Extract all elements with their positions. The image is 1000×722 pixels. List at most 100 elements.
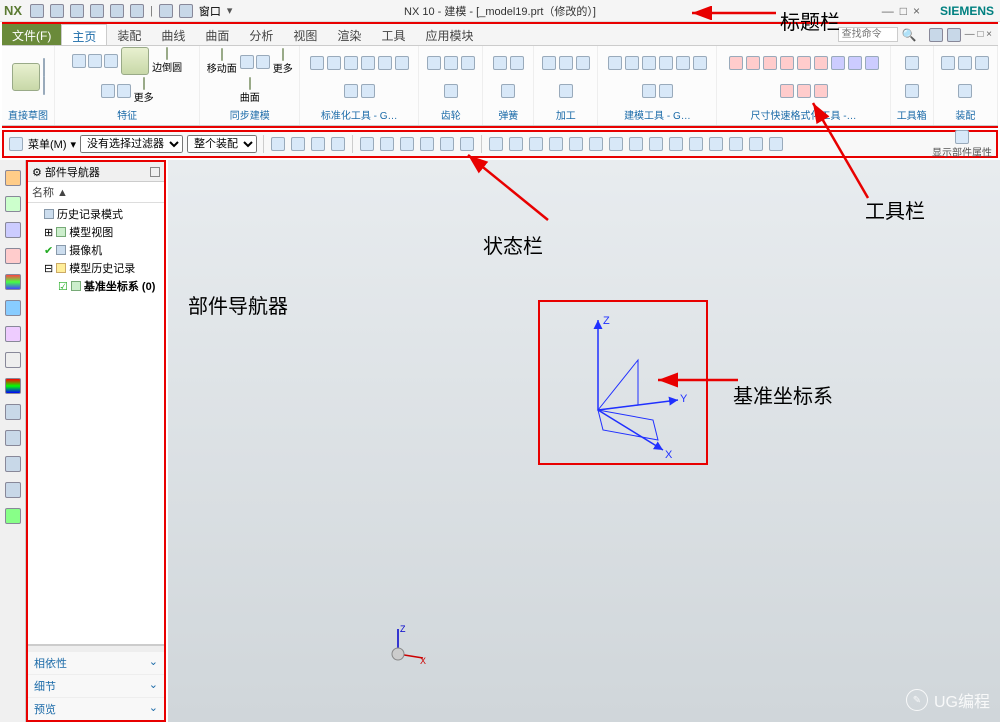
dim-icon[interactable] bbox=[814, 56, 828, 70]
sel-icon[interactable] bbox=[649, 137, 663, 151]
dim-icon[interactable] bbox=[763, 56, 777, 70]
nav-tab-icon[interactable] bbox=[5, 170, 21, 186]
std-icon[interactable] bbox=[310, 56, 324, 70]
std-icon[interactable] bbox=[395, 56, 409, 70]
mt-icon[interactable] bbox=[642, 84, 656, 98]
acc-details[interactable]: 细节⌄ bbox=[28, 674, 164, 697]
sel-icon[interactable] bbox=[291, 137, 305, 151]
std-icon[interactable] bbox=[344, 84, 358, 98]
tree-item-cameras[interactable]: ✔摄像机 bbox=[32, 241, 160, 259]
acc-dependency[interactable]: 相依性⌄ bbox=[28, 651, 164, 674]
dim-icon[interactable] bbox=[797, 84, 811, 98]
show-part-prop[interactable]: 显示部件属性 bbox=[932, 130, 992, 159]
sel-icon[interactable] bbox=[629, 137, 643, 151]
window-controls[interactable]: — □ × bbox=[882, 4, 920, 18]
sel-icon[interactable] bbox=[311, 137, 325, 151]
sel-icon[interactable] bbox=[729, 137, 743, 151]
dim-icon[interactable] bbox=[848, 56, 862, 70]
sel-icon[interactable] bbox=[400, 137, 414, 151]
graphics-canvas[interactable]: Z Y X Z X 部件导航器 状态栏 基准坐标系 bbox=[168, 160, 1000, 722]
dim-icon[interactable] bbox=[865, 56, 879, 70]
asm-icon[interactable] bbox=[975, 56, 989, 70]
mach-icon[interactable] bbox=[559, 56, 573, 70]
sel-icon[interactable] bbox=[440, 137, 454, 151]
tab-file[interactable]: 文件(F) bbox=[2, 24, 61, 45]
sel-icon[interactable] bbox=[749, 137, 763, 151]
std-icon[interactable] bbox=[327, 56, 341, 70]
sel-icon[interactable] bbox=[271, 137, 285, 151]
feat-icon[interactable] bbox=[101, 84, 115, 98]
window-menu[interactable]: 窗口 bbox=[199, 3, 221, 19]
tab-analysis[interactable]: 分析 bbox=[239, 24, 283, 45]
tree-item-history-mode[interactable]: 历史记录模式 bbox=[32, 205, 160, 223]
mt-icon[interactable] bbox=[642, 56, 656, 70]
spring-icon[interactable] bbox=[501, 84, 515, 98]
dim-icon[interactable] bbox=[780, 84, 794, 98]
tab-view[interactable]: 视图 bbox=[283, 24, 327, 45]
sel-icon[interactable] bbox=[360, 137, 374, 151]
paste-icon[interactable] bbox=[130, 4, 144, 18]
roles-tab-icon[interactable] bbox=[5, 274, 21, 290]
feat-icon[interactable] bbox=[104, 54, 118, 68]
sync-icon[interactable] bbox=[256, 55, 270, 69]
tb-icon[interactable] bbox=[905, 56, 919, 70]
std-icon[interactable] bbox=[361, 84, 375, 98]
cut-icon[interactable] bbox=[90, 4, 104, 18]
history-tab-icon[interactable] bbox=[5, 326, 21, 342]
mt-icon[interactable] bbox=[659, 84, 673, 98]
gear-icon[interactable] bbox=[444, 84, 458, 98]
sel-icon[interactable] bbox=[709, 137, 723, 151]
tab-surface[interactable]: 曲面 bbox=[195, 24, 239, 45]
sel-icon[interactable] bbox=[769, 137, 783, 151]
menu-label[interactable]: 菜单(M) bbox=[28, 136, 67, 152]
pin-icon[interactable] bbox=[150, 167, 160, 177]
mach-icon[interactable] bbox=[559, 84, 573, 98]
misc-tab-icon[interactable] bbox=[5, 482, 21, 498]
dim-icon[interactable] bbox=[780, 56, 794, 70]
tree-item-datum-csys[interactable]: ☑基准坐标系 (0) bbox=[32, 277, 160, 295]
gear-icon[interactable] bbox=[427, 56, 441, 70]
command-search[interactable]: 🔍 bbox=[832, 24, 923, 45]
sketch-sub2-icon[interactable] bbox=[43, 76, 45, 95]
tab-curve[interactable]: 曲线 bbox=[151, 24, 195, 45]
misc-tab-icon[interactable] bbox=[5, 404, 21, 420]
gear-icon[interactable] bbox=[444, 56, 458, 70]
sketch-icon[interactable] bbox=[12, 63, 40, 91]
hd3d-tab-icon[interactable] bbox=[5, 248, 21, 264]
dim-icon[interactable] bbox=[797, 56, 811, 70]
sel-icon[interactable] bbox=[669, 137, 683, 151]
feat-icon[interactable] bbox=[72, 54, 86, 68]
tab-render[interactable]: 渲染 bbox=[327, 24, 371, 45]
spring-icon[interactable] bbox=[510, 56, 524, 70]
dim-icon[interactable] bbox=[746, 56, 760, 70]
tab-app[interactable]: 应用模块 bbox=[415, 24, 483, 45]
menu-icon[interactable] bbox=[9, 137, 23, 151]
constraint-tab-icon[interactable] bbox=[5, 196, 21, 212]
acc-preview[interactable]: 预览⌄ bbox=[28, 697, 164, 720]
home-icon[interactable] bbox=[929, 28, 943, 42]
search-input[interactable] bbox=[838, 27, 898, 42]
mt-icon[interactable] bbox=[659, 56, 673, 70]
asm-icon[interactable] bbox=[941, 56, 955, 70]
sel-icon[interactable] bbox=[549, 137, 563, 151]
reuse-tab-icon[interactable] bbox=[5, 222, 21, 238]
scope-select[interactable]: 整个装配 bbox=[187, 135, 257, 153]
redo-icon[interactable] bbox=[70, 4, 84, 18]
gear-icon[interactable] bbox=[461, 56, 475, 70]
mt-icon[interactable] bbox=[676, 56, 690, 70]
tb-icon[interactable] bbox=[905, 84, 919, 98]
help-icon[interactable] bbox=[947, 28, 961, 42]
std-icon[interactable] bbox=[378, 56, 392, 70]
tab-tools[interactable]: 工具 bbox=[371, 24, 415, 45]
sketch-sub-icon[interactable] bbox=[43, 58, 45, 77]
sel-icon[interactable] bbox=[420, 137, 434, 151]
dim-icon[interactable] bbox=[729, 56, 743, 70]
sel-icon[interactable] bbox=[689, 137, 703, 151]
search-icon[interactable]: 🔍 bbox=[902, 28, 917, 42]
mt-icon[interactable] bbox=[693, 56, 707, 70]
tab-assembly[interactable]: 装配 bbox=[107, 24, 151, 45]
spring-icon[interactable] bbox=[493, 56, 507, 70]
touch-icon[interactable] bbox=[159, 4, 173, 18]
filter-select[interactable]: 没有选择过滤器 bbox=[80, 135, 183, 153]
window-switch-icon[interactable] bbox=[179, 4, 193, 18]
